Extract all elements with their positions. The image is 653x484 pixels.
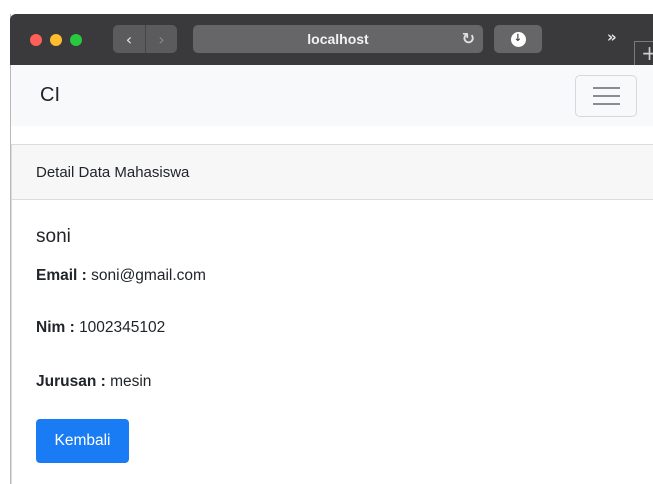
chevron-right-icon: › <box>158 29 165 49</box>
email-row: Email : soni@gmail.com <box>36 267 206 285</box>
jurusan-label: Jurusan : <box>36 373 106 390</box>
browser-toolbar: ‹ › localhost ↻ ↓ » + <box>10 14 653 65</box>
minimize-window-button[interactable] <box>50 34 62 46</box>
detail-card: Detail Data Mahasiswa soni Email : soni@… <box>11 144 653 484</box>
back-button[interactable]: ‹ <box>113 25 145 53</box>
nim-row: Nim : 1002345102 <box>36 319 165 337</box>
close-window-button[interactable] <box>30 34 42 46</box>
new-tab-button[interactable]: + <box>634 41 653 65</box>
navbar-toggler-button[interactable] <box>575 75 637 117</box>
browser-window: ‹ › localhost ↻ ↓ » + CI Detail Data Mah… <box>0 0 653 484</box>
email-value: soni@gmail.com <box>91 267 206 284</box>
nim-label: Nim : <box>36 319 75 336</box>
jurusan-value: mesin <box>110 373 152 390</box>
forward-button[interactable]: › <box>145 25 177 53</box>
more-toolbar-icon[interactable]: » <box>607 28 617 46</box>
navbar: CI <box>11 65 653 126</box>
hamburger-icon <box>592 95 620 97</box>
address-bar[interactable]: localhost ↻ <box>193 25 483 53</box>
nim-value: 1002345102 <box>79 319 166 336</box>
card-header: Detail Data Mahasiswa <box>12 145 653 200</box>
hamburger-icon <box>592 87 620 89</box>
chevron-left-icon: ‹ <box>125 29 133 49</box>
download-icon: ↓ <box>510 31 526 47</box>
address-text: localhost <box>307 31 369 47</box>
jurusan-row: Jurusan : mesin <box>36 373 151 391</box>
card-header-title: Detail Data Mahasiswa <box>36 163 190 181</box>
hamburger-icon <box>592 103 620 105</box>
maximize-window-button[interactable] <box>70 34 82 46</box>
email-label: Email : <box>36 267 87 284</box>
back-button-kembali[interactable]: Kembali <box>36 419 129 463</box>
downloads-button[interactable]: ↓ <box>494 25 542 53</box>
student-name: soni <box>36 226 71 247</box>
navbar-brand[interactable]: CI <box>40 84 60 107</box>
reload-icon[interactable]: ↻ <box>462 29 475 48</box>
history-nav: ‹ › <box>113 25 177 53</box>
